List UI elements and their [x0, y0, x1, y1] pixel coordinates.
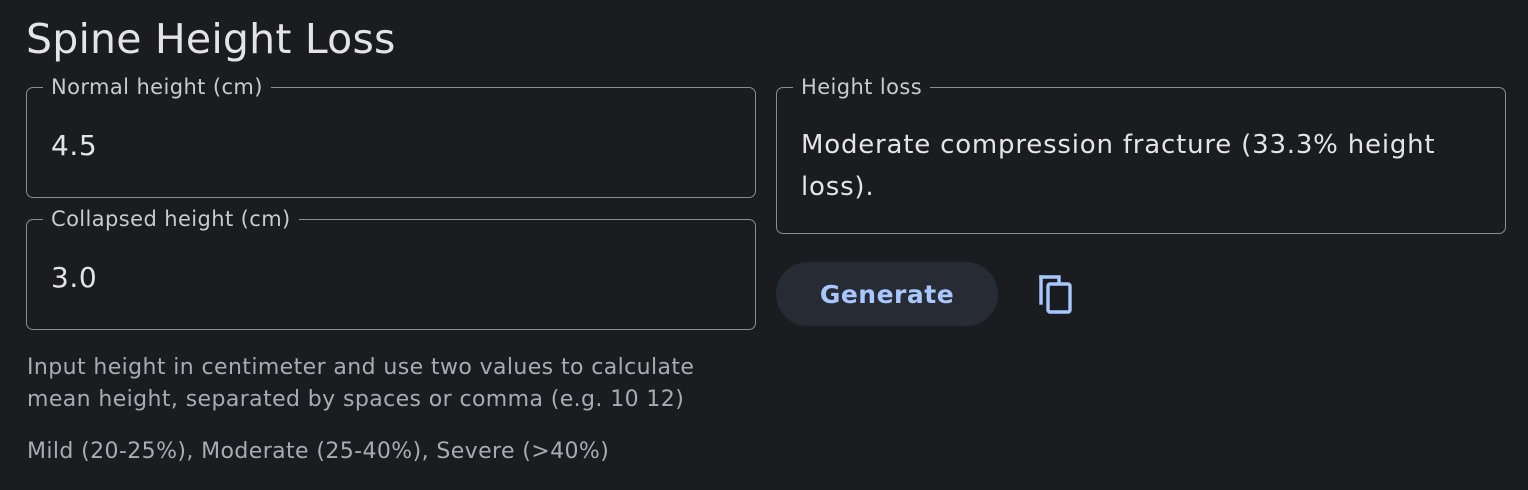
copy-button[interactable]: [1032, 270, 1080, 318]
spine-height-loss-page: Spine Height Loss Normal height (cm) 4.5…: [0, 0, 1528, 490]
normal-height-field[interactable]: Normal height (cm) 4.5: [26, 74, 756, 198]
collapsed-height-input[interactable]: 3.0: [51, 261, 97, 295]
height-loss-label: Height loss: [793, 74, 931, 100]
collapsed-height-field[interactable]: Collapsed height (cm) 3.0: [26, 206, 756, 330]
normal-height-input[interactable]: 4.5: [51, 129, 97, 163]
generate-button[interactable]: Generate: [776, 262, 998, 326]
collapsed-height-label: Collapsed height (cm): [43, 206, 299, 232]
input-hint-text: Input height in centimeter and use two v…: [27, 355, 695, 412]
copy-icon: [1039, 275, 1072, 314]
generate-button-label: Generate: [819, 279, 955, 309]
normal-height-label: Normal height (cm): [43, 74, 271, 100]
height-loss-output[interactable]: Moderate compression fracture (33.3% hei…: [801, 124, 1477, 208]
severity-scale-text: Mild (20-25%), Moderate (25-40%), Severe…: [27, 439, 610, 464]
page-title: Spine Height Loss: [26, 15, 396, 63]
height-loss-field[interactable]: Height loss Moderate compression fractur…: [776, 74, 1506, 234]
